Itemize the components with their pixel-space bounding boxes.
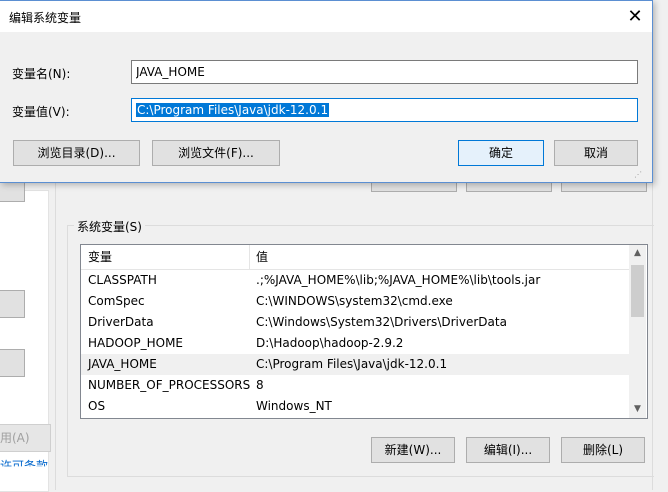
edit-system-variable-dialog: 编辑系统变量 ✕ 变量名(N): 变量值(V): C:\Program File…	[0, 0, 653, 183]
column-divider[interactable]	[249, 245, 250, 269]
table-row[interactable]: CLASSPATH .;%JAVA_HOME%\lib;%JAVA_HOME%\…	[81, 270, 629, 291]
variable-value: C:\WINDOWS\system32\cmd.exe	[256, 294, 453, 308]
close-icon[interactable]: ✕	[622, 5, 648, 29]
chevron-down-icon[interactable]: ▼	[629, 401, 646, 418]
variable-value-input[interactable]: C:\Program Files\Java\jdk-12.0.1	[131, 98, 638, 122]
chevron-up-icon[interactable]: ▲	[629, 245, 646, 262]
resize-grip-icon[interactable]: ⋰	[634, 169, 646, 181]
variable-value: D:\Hadoop\hadoop-2.9.2	[256, 336, 404, 350]
column-header-value[interactable]: 值	[256, 245, 268, 269]
variable-name-label: 变量名(N):	[12, 67, 71, 81]
ok-button[interactable]: 确定	[458, 140, 544, 166]
delete-variable-button[interactable]: 删除(L)	[561, 437, 645, 463]
dialog-title: 编辑系统变量	[9, 11, 82, 25]
table-row-selected[interactable]: JAVA_HOME C:\Program Files\Java\jdk-12.0…	[81, 354, 629, 375]
table-row[interactable]: ComSpec C:\WINDOWS\system32\cmd.exe	[81, 291, 629, 312]
variable-name: JAVA_HOME	[88, 357, 157, 371]
user-vars-edit-button[interactable]	[466, 183, 552, 192]
column-header-variable[interactable]: 变量	[88, 245, 112, 269]
parent-window-button[interactable]	[0, 349, 25, 377]
variable-value-label: 变量值(V):	[12, 105, 70, 119]
cancel-button[interactable]: 取消	[554, 140, 638, 166]
browse-directory-button[interactable]: 浏览目录(D)...	[13, 140, 140, 166]
list-header: 变量 值	[81, 245, 629, 270]
window-right-edge	[652, 183, 668, 490]
variable-value: C:\Windows\System32\Drivers\DriverData	[256, 315, 507, 329]
table-row[interactable]: HADOOP_HOME D:\Hadoop\hadoop-2.9.2	[81, 333, 629, 354]
variable-name: OS	[88, 399, 106, 413]
variable-name: NUMBER_OF_PROCESSORS	[88, 378, 251, 392]
new-variable-button[interactable]: 新建(W)...	[371, 437, 455, 463]
edit-variable-button[interactable]: 编辑(I)...	[466, 437, 550, 463]
dialog-titlebar[interactable]: 编辑系统变量 ✕	[0, 1, 652, 32]
table-row[interactable]: DriverData C:\Windows\System32\Drivers\D…	[81, 312, 629, 333]
variable-value: 8	[256, 378, 264, 392]
vertical-scrollbar[interactable]: ▲ ▼	[629, 245, 646, 418]
variable-name: DriverData	[88, 315, 154, 329]
variable-name: ComSpec	[88, 294, 145, 308]
variable-name: HADOOP_HOME	[88, 336, 184, 350]
variable-value: Windows_NT	[256, 399, 332, 413]
variable-value: .;%JAVA_HOME%\lib;%JAVA_HOME%\lib\tools.…	[256, 273, 541, 287]
table-row[interactable]: NUMBER_OF_PROCESSORS 8	[81, 375, 629, 396]
user-vars-new-button[interactable]	[371, 183, 457, 192]
system-variables-label: 系统变量(S)	[74, 218, 145, 235]
system-variables-list[interactable]: 变量 值 CLASSPATH .;%JAVA_HOME%\lib;%JAVA_H…	[80, 244, 648, 419]
parent-window-button[interactable]	[0, 290, 25, 318]
table-row[interactable]: OS Windows_NT	[81, 396, 629, 417]
selected-value-text: C:\Program Files\Java\jdk-12.0.1	[136, 103, 330, 117]
scrollbar-thumb[interactable]	[631, 265, 644, 317]
apply-button[interactable]: 用(A)	[0, 424, 51, 452]
browse-file-button[interactable]: 浏览文件(F)...	[152, 140, 280, 166]
user-vars-delete-button[interactable]	[561, 183, 647, 192]
variable-name: CLASSPATH	[88, 273, 157, 287]
variable-value: C:\Program Files\Java\jdk-12.0.1	[256, 357, 448, 371]
variable-name-input[interactable]	[131, 60, 638, 84]
